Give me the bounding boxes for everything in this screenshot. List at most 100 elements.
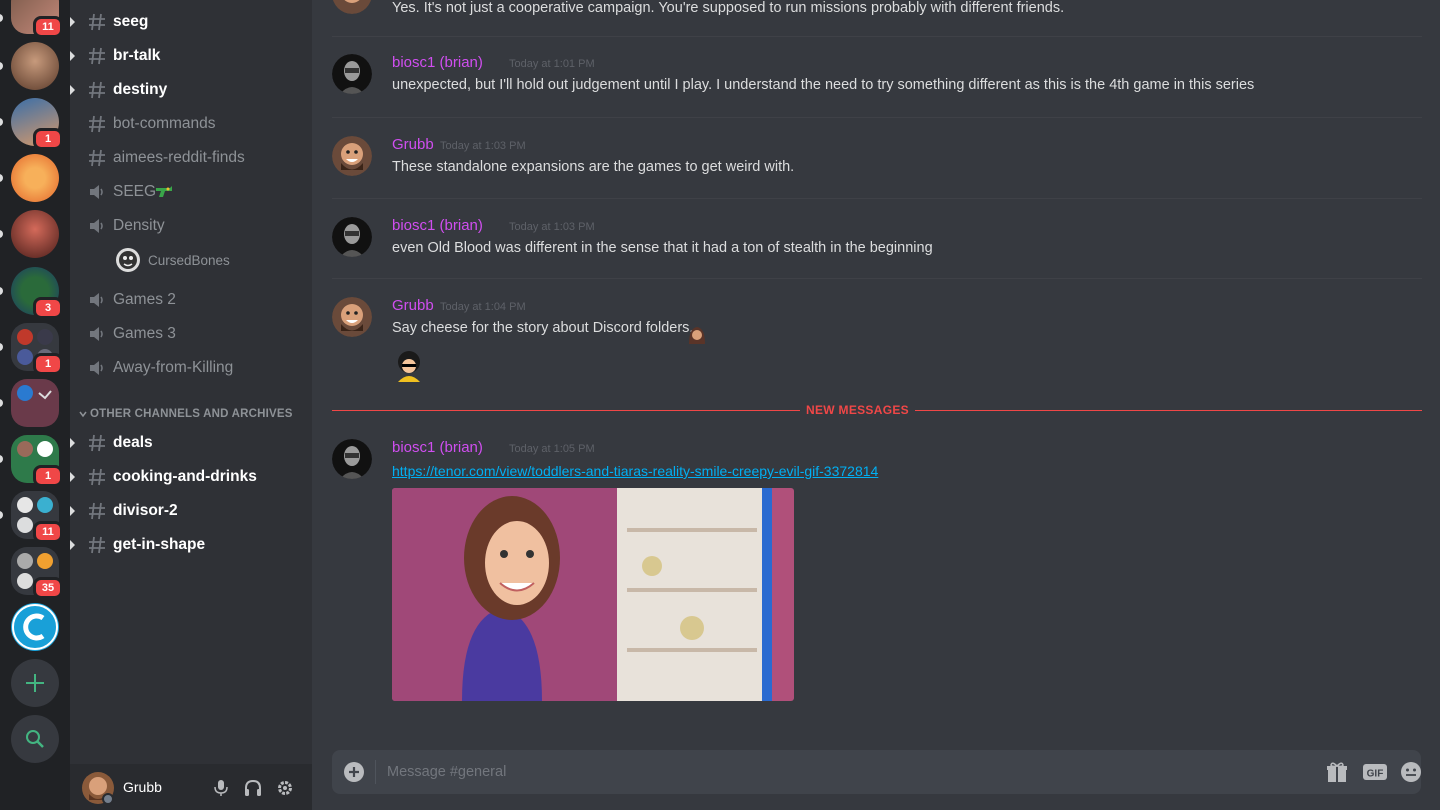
add-server-button[interactable] [11,659,59,707]
server-icon-1[interactable]: 11 [11,0,63,38]
speaker-icon [90,219,103,233]
gift-icon[interactable] [1326,761,1348,783]
server-icon-3[interactable]: 1 [11,98,63,150]
avatar[interactable] [332,217,372,257]
server-folder-4[interactable]: 11 [11,491,63,543]
avatar [332,0,372,14]
message-input[interactable] [387,750,1287,794]
composer-separator [375,760,376,784]
message-author[interactable]: biosc1 (brian) [392,217,483,234]
message-timestamp: Today at 1:05 PM [509,443,595,455]
headphones-icon[interactable] [244,779,262,797]
channel-divisor-2[interactable]: divisor-2 [70,495,312,527]
voice-user-cursedbones[interactable]: CursedBones [116,247,306,273]
unread-arrow-icon [70,51,75,61]
explore-servers-button[interactable] [11,715,59,763]
avatar[interactable] [332,136,372,176]
channel-name: cooking-and-drinks [113,468,257,485]
message-text: Say cheese for the story about Discord f… [392,320,694,336]
avatar[interactable] [332,54,372,94]
server-folder-2[interactable] [11,379,59,427]
gun-emoji-icon [156,186,172,197]
emoji-picker-icon[interactable] [1400,761,1422,783]
unread-arrow-icon [70,472,75,482]
message-link[interactable]: https://tenor.com/view/toddlers-and-tiar… [392,463,878,479]
voice-channel-seeg[interactable]: SEEG [70,176,312,208]
unread-arrow-icon [70,540,75,550]
avatar[interactable] [82,772,114,804]
server-folder-5[interactable]: 35 [11,547,63,599]
channel-br-talk[interactable]: br-talk [70,40,312,72]
server-icon-4[interactable] [11,154,59,202]
hash-icon [89,434,105,452]
face-emoji-icon [689,327,705,344]
message-author[interactable]: biosc1 (brian) [392,439,483,456]
message-divider [332,198,1422,199]
server-badge: 1 [33,353,63,375]
channel-seeg[interactable]: seeg [70,6,312,38]
message-text: even Old Blood was different in the sens… [392,240,933,256]
upload-plus-icon[interactable] [344,762,364,782]
server-icon-5[interactable] [11,210,59,258]
category-header[interactable]: OTHER CHANNELS AND ARCHIVES [78,405,293,423]
gif-picker-icon[interactable]: GIF [1362,761,1388,783]
message-text: unexpected, but I'll hold out judgement … [392,77,1255,93]
avatar [116,248,140,272]
server-icon-c[interactable] [11,603,59,651]
channel-deals[interactable]: deals [70,427,312,459]
server-badge: 1 [33,128,63,150]
message-text: These standalone expansions are the game… [392,159,795,175]
message-divider [332,36,1422,37]
unread-arrow-icon [70,17,75,27]
svg-text:GIF: GIF [1367,769,1384,780]
channel-name: get-in-shape [113,536,206,553]
gear-icon[interactable] [276,779,294,797]
hash-icon [89,149,105,167]
server-icon-6[interactable]: 3 [11,267,63,319]
message-timestamp: Today at 1:01 PM [509,58,595,70]
message-author[interactable]: Grubb [392,136,434,153]
message-author[interactable]: Grubb [392,297,434,314]
discord-window: 11 1 3 1 1 11 35 seeg br-talk destiny bo… [0,0,1440,810]
channel-get-in-shape[interactable]: get-in-shape [70,529,312,561]
unread-arrow-icon [70,506,75,516]
message-timestamp: Today at 1:03 PM [509,221,595,233]
speaker-icon [90,327,103,341]
hash-icon [89,115,105,133]
letter-c-logo-icon [12,604,58,650]
channel-name: seeg [113,13,149,30]
custom-emoji-icon [398,351,420,382]
hash-icon [89,502,105,520]
voice-channel-away-from-killing[interactable]: Away-from-Killing [70,352,312,384]
category-label: OTHER CHANNELS AND ARCHIVES [90,408,293,420]
channel-cooking-and-drinks[interactable]: cooking-and-drinks [70,461,312,493]
folder-servers-icon [17,385,52,401]
message-author[interactable]: biosc1 (brian) [392,54,483,71]
server-unread-pill [0,62,3,70]
server-rail: 11 1 3 1 1 11 35 [0,0,70,810]
server-folder-3[interactable]: 1 [11,435,63,487]
gif-embed[interactable] [392,488,794,701]
avatar[interactable] [332,297,372,337]
hash-icon [89,536,105,554]
microphone-icon[interactable] [213,779,229,797]
user-panel: Grubb [70,764,312,810]
voice-channel-games-2[interactable]: Games 2 [70,284,312,316]
hash-icon [89,47,105,65]
voice-channel-density[interactable]: Density [70,210,312,242]
server-badge: 11 [33,521,63,543]
server-badge: 3 [33,297,63,319]
voice-channel-games-3[interactable]: Games 3 [70,318,312,350]
avatar[interactable] [332,439,372,479]
message-divider [332,117,1422,118]
server-folder-1[interactable]: 1 [11,323,63,375]
plus-icon [26,674,44,692]
gif-image [392,488,794,701]
message: biosc1 (brian) Today at 1:01 PM unexpect… [332,54,1422,104]
channel-aimees-reddit-finds[interactable]: aimees-reddit-finds [70,142,312,174]
channel-bot-commands[interactable]: bot-commands [70,108,312,140]
server-icon-2[interactable] [11,42,59,90]
channel-destiny[interactable]: destiny [70,74,312,106]
message-timestamp: Today at 1:03 PM [440,140,526,152]
channel-name: bot-commands [113,115,216,132]
